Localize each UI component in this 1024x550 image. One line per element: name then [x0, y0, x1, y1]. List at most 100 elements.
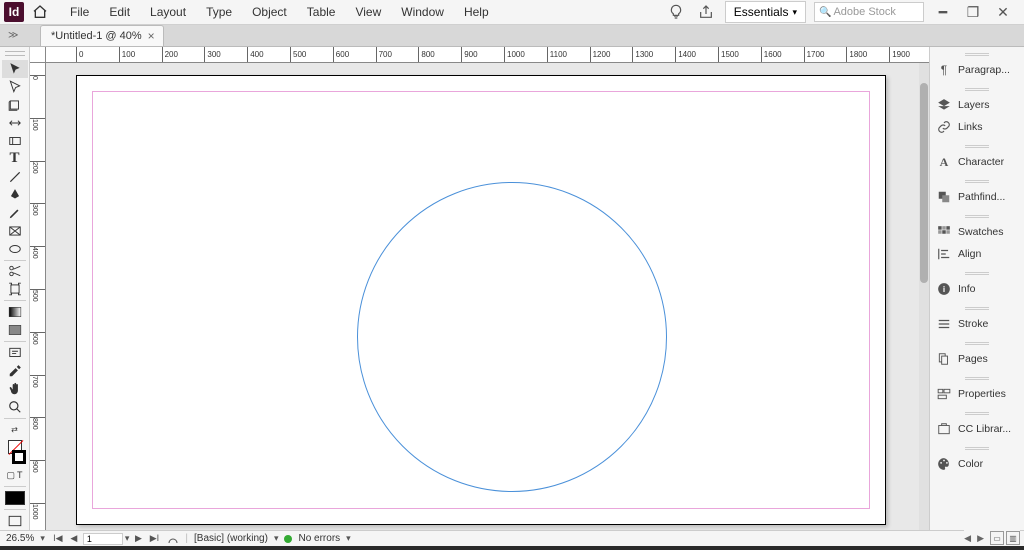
last-page-button[interactable]: ▶I: [147, 533, 161, 545]
pen-tool[interactable]: [2, 186, 28, 204]
fill-stroke-swap[interactable]: ⇄: [2, 420, 28, 438]
scroll-right-icon[interactable]: ▶: [977, 533, 984, 544]
panel-grip-icon[interactable]: [930, 178, 1024, 184]
panel-grip-icon[interactable]: [930, 213, 1024, 219]
panel-grip-icon[interactable]: [930, 340, 1024, 346]
panel-stroke[interactable]: Stroke: [930, 313, 1024, 335]
panel-grip-icon[interactable]: [930, 410, 1024, 416]
panel-grip-icon[interactable]: [930, 270, 1024, 276]
window-close-button[interactable]: ✕: [992, 3, 1014, 21]
prev-page-button[interactable]: ◀: [67, 533, 81, 545]
stock-search-input[interactable]: 🔍 Adobe Stock: [814, 2, 924, 22]
gradient-swatch-tool[interactable]: [2, 303, 28, 321]
panel-grip-icon[interactable]: [930, 143, 1024, 149]
document-page[interactable]: [76, 75, 886, 525]
page-number-input[interactable]: [83, 533, 123, 545]
canvas-viewport[interactable]: [46, 63, 919, 530]
open-dialog-icon[interactable]: [167, 533, 179, 545]
vertical-ruler[interactable]: 010020030040050060070080090010001100: [30, 63, 46, 530]
menu-view[interactable]: View: [345, 1, 391, 23]
content-collector-tool[interactable]: [2, 132, 28, 150]
selection-tool[interactable]: [2, 60, 28, 78]
panel-info[interactable]: iInfo: [930, 278, 1024, 300]
ruler-tick: 200: [30, 161, 45, 174]
apply-color[interactable]: [2, 489, 28, 507]
lightbulb-icon[interactable]: [665, 1, 687, 23]
window-minimize-button[interactable]: ━: [932, 3, 954, 21]
close-tab-icon[interactable]: ×: [148, 29, 155, 43]
split-view-toggle[interactable]: ▥: [1006, 531, 1020, 545]
panel-layers[interactable]: Layers: [930, 94, 1024, 116]
panel-swatches[interactable]: Swatches: [930, 221, 1024, 243]
chevron-down-icon[interactable]: ▾: [125, 533, 130, 544]
scroll-left-icon[interactable]: ◀: [964, 533, 971, 544]
panel-grip-icon[interactable]: [930, 86, 1024, 92]
panel-properties[interactable]: Properties: [930, 383, 1024, 405]
chevron-down-icon[interactable]: ▾: [346, 533, 351, 544]
panel-grip-icon[interactable]: [930, 305, 1024, 311]
ruler-origin[interactable]: [30, 47, 46, 63]
gradient-feather-tool[interactable]: [2, 321, 28, 339]
note-tool[interactable]: [2, 344, 28, 362]
menu-window[interactable]: Window: [391, 1, 454, 23]
expand-arrow-icon[interactable]: ≫: [8, 30, 18, 41]
hand-tool[interactable]: [2, 380, 28, 398]
panel-grip-icon[interactable]: [930, 51, 1024, 57]
panel-grip-icon[interactable]: [930, 445, 1024, 451]
horizontal-ruler[interactable]: 0100200300400500600700800900100011001200…: [46, 47, 929, 63]
stroke-swatch[interactable]: [6, 448, 32, 466]
vertical-scrollbar[interactable]: [919, 63, 929, 530]
chevron-down-icon[interactable]: ▾: [40, 533, 45, 544]
menu-help[interactable]: Help: [454, 1, 499, 23]
panel-character[interactable]: ACharacter: [930, 151, 1024, 173]
preflight-preset[interactable]: [Basic] (working): [194, 533, 268, 544]
gap-tool[interactable]: [2, 114, 28, 132]
ellipse-shape[interactable]: [357, 182, 667, 492]
menu-file[interactable]: File: [60, 1, 99, 23]
ruler-tick: 700: [376, 47, 392, 62]
zoom-level[interactable]: 26.5%: [6, 533, 34, 544]
page-tool[interactable]: [2, 96, 28, 114]
workspace-selector[interactable]: Essentials ▾: [725, 1, 806, 23]
ellipse-tool[interactable]: [2, 240, 28, 258]
panel-grip-icon[interactable]: [930, 375, 1024, 381]
structure-view-toggle[interactable]: ▭: [990, 531, 1004, 545]
rectangle-frame-tool[interactable]: [2, 222, 28, 240]
panel-pathfinder[interactable]: Pathfind...: [930, 186, 1024, 208]
share-icon[interactable]: [695, 1, 717, 23]
format-container-toggle[interactable]: ▢T: [2, 466, 28, 484]
type-tool[interactable]: T: [2, 150, 28, 168]
home-icon[interactable]: [30, 2, 50, 22]
menu-table[interactable]: Table: [297, 1, 346, 23]
panel-color[interactable]: Color: [930, 453, 1024, 475]
preflight-status[interactable]: No errors: [298, 533, 340, 544]
menu-type[interactable]: Type: [196, 1, 242, 23]
menu-layout[interactable]: Layout: [140, 1, 196, 23]
ruler-tick: 0: [76, 47, 83, 62]
panel-paragraph[interactable]: ¶Paragrap...: [930, 59, 1024, 81]
menu-object[interactable]: Object: [242, 1, 297, 23]
window-restore-button[interactable]: ❐: [962, 3, 984, 21]
pencil-tool[interactable]: [2, 204, 28, 222]
scissors-tool[interactable]: [2, 262, 28, 280]
eyedropper-tool[interactable]: [2, 362, 28, 380]
line-tool[interactable]: [2, 168, 28, 186]
panel-align[interactable]: Align: [930, 243, 1024, 265]
first-page-button[interactable]: I◀: [51, 533, 65, 545]
ruler-tick: 900: [461, 47, 477, 62]
chevron-down-icon[interactable]: ▾: [274, 533, 279, 544]
app-icon[interactable]: Id: [4, 2, 24, 22]
menu-edit[interactable]: Edit: [99, 1, 140, 23]
panel-pages[interactable]: Pages: [930, 348, 1024, 370]
zoom-tool[interactable]: [2, 398, 28, 416]
vertical-scroll-thumb[interactable]: [920, 83, 928, 283]
ruler-tick: 200: [162, 47, 178, 62]
grip-icon[interactable]: [5, 51, 25, 56]
panel-cc-libraries[interactable]: CC Librar...: [930, 418, 1024, 440]
document-tab[interactable]: *Untitled-1 @ 40% ×: [40, 25, 164, 46]
direct-selection-tool[interactable]: [2, 78, 28, 96]
panel-links[interactable]: Links: [930, 116, 1024, 138]
free-transform-tool[interactable]: [2, 280, 28, 298]
next-page-button[interactable]: ▶: [131, 533, 145, 545]
screen-mode-toggle[interactable]: [2, 512, 28, 530]
